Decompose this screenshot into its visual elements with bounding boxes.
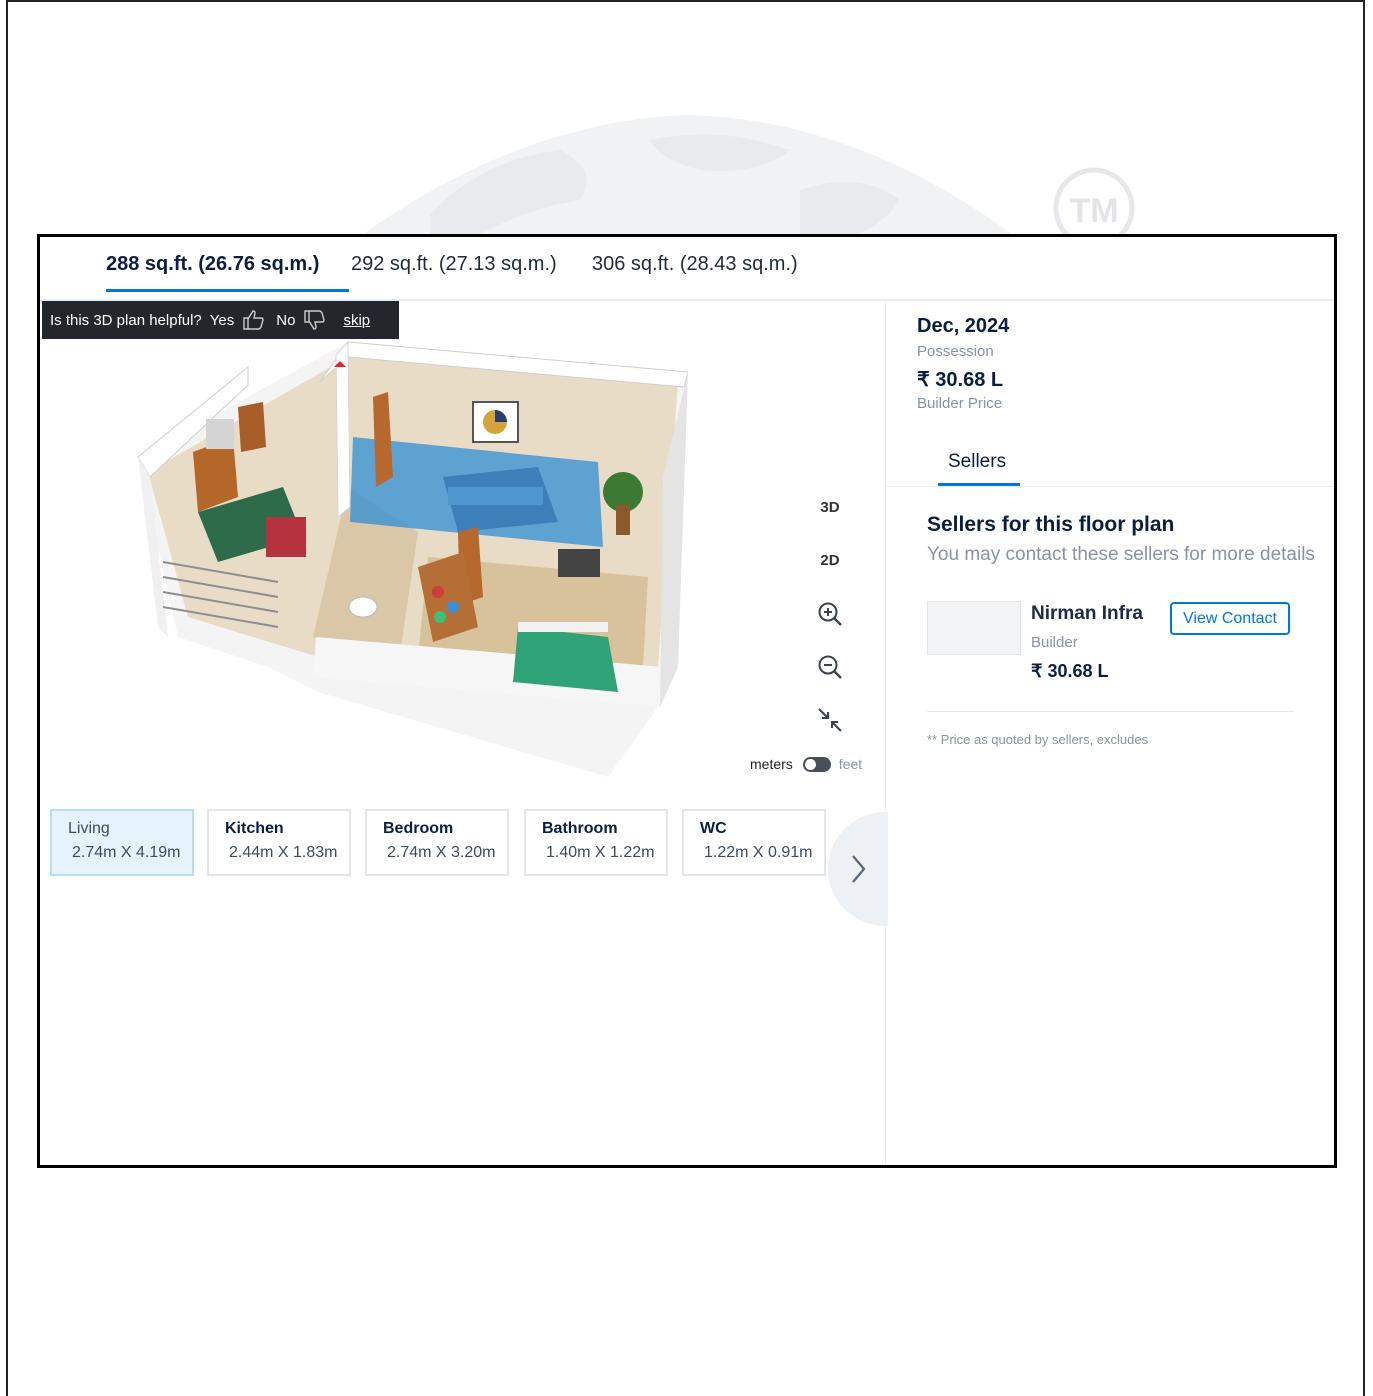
room-name: Kitchen	[225, 820, 284, 837]
active-tab-indicator	[106, 289, 349, 292]
seller-role: Builder	[1031, 634, 1078, 651]
room-dimensions: 2.74m X 4.19m	[72, 844, 181, 861]
builder-price-label: Builder Price	[917, 395, 1003, 412]
feedback-bar: Is this 3D plan helpful? Yes No skip	[42, 301, 399, 339]
sellers-subtitle: You may contact these sellers for more d…	[927, 544, 1315, 565]
room-name: Bedroom	[383, 820, 454, 837]
price-note: ** Price as quoted by sellers, excludes	[927, 732, 1149, 747]
possession-label: Possession	[917, 343, 994, 360]
zoom-in-icon	[818, 602, 842, 626]
feedback-yes[interactable]: Yes	[210, 312, 234, 329]
floor-plan-panel: 288 sq.ft. (26.76 sq.m.) 292 sq.ft. (27.…	[37, 234, 1337, 1168]
room-name: WC	[700, 820, 727, 837]
chevron-right-icon	[852, 855, 866, 883]
sellers-title: Sellers for this floor plan	[927, 513, 1175, 536]
thumbs-up-icon[interactable]	[242, 309, 266, 331]
zoom-out-icon	[818, 655, 842, 679]
room-card-kitchen[interactable]: Kitchen 2.44m X 1.83m	[207, 809, 351, 876]
view-3d-button[interactable]: 3D	[810, 499, 850, 516]
room-card-wc[interactable]: WC 1.22m X 0.91m	[682, 809, 826, 876]
seller-price: ₹ 30.68 L	[1031, 661, 1109, 681]
collapse-button[interactable]	[810, 707, 850, 733]
room-name: Living	[68, 820, 110, 837]
unit-switch[interactable]	[802, 756, 831, 772]
unit-feet-label: feet	[838, 756, 863, 772]
room-card-bedroom[interactable]: Bedroom 2.74m X 3.20m	[365, 809, 509, 876]
plan-viewer: Is this 3D plan helpful? Yes No skip 3D …	[40, 299, 888, 1165]
unit-meters-label: meters	[750, 756, 793, 772]
tab-292-sqft[interactable]: 292 sq.ft. (27.13 sq.m.)	[351, 253, 557, 276]
feedback-question: Is this 3D plan helpful?	[50, 311, 202, 329]
floor-plan-3d-image[interactable]	[88, 337, 688, 782]
zoom-in-button[interactable]	[810, 601, 850, 627]
view-contact-button[interactable]: View Contact	[1170, 602, 1290, 635]
thumbs-down-icon[interactable]	[303, 309, 327, 331]
possession-date: Dec, 2024	[917, 315, 1010, 337]
tab-sellers[interactable]: Sellers	[948, 451, 1006, 473]
seller-logo	[927, 601, 1021, 655]
tab-288-sqft[interactable]: 288 sq.ft. (26.76 sq.m.)	[106, 253, 319, 276]
rooms-next-button[interactable]	[828, 812, 888, 926]
tab-306-sqft[interactable]: 306 sq.ft. (28.43 sq.m.)	[592, 253, 798, 276]
feedback-no[interactable]: No	[276, 312, 295, 329]
seller-name: Nirman Infra	[1031, 603, 1143, 624]
unit-toggle[interactable]: meters feet	[750, 756, 862, 772]
room-dimensions: 2.74m X 3.20m	[387, 844, 496, 861]
details-panel: Dec, 2024 Possession ₹ 30.68 L Builder P…	[886, 299, 1334, 1165]
feedback-skip[interactable]: skip	[343, 312, 370, 329]
zoom-out-button[interactable]	[810, 654, 850, 680]
room-card-bathroom[interactable]: Bathroom 1.40m X 1.22m	[524, 809, 668, 876]
room-name: Bathroom	[542, 820, 618, 837]
room-card-living[interactable]: Living 2.74m X 4.19m	[50, 809, 194, 876]
builder-price: ₹ 30.68 L	[917, 369, 1004, 391]
room-dimensions: 1.40m X 1.22m	[546, 844, 655, 861]
note-divider	[927, 711, 1294, 712]
area-tabs: 288 sq.ft. (26.76 sq.m.) 292 sq.ft. (27.…	[40, 237, 1334, 301]
room-dimensions: 1.22m X 0.91m	[704, 844, 813, 861]
sellers-tab-divider	[886, 486, 1334, 487]
view-2d-button[interactable]: 2D	[810, 552, 850, 569]
collapse-icon	[818, 708, 842, 732]
room-dimensions: 2.44m X 1.83m	[229, 844, 338, 861]
